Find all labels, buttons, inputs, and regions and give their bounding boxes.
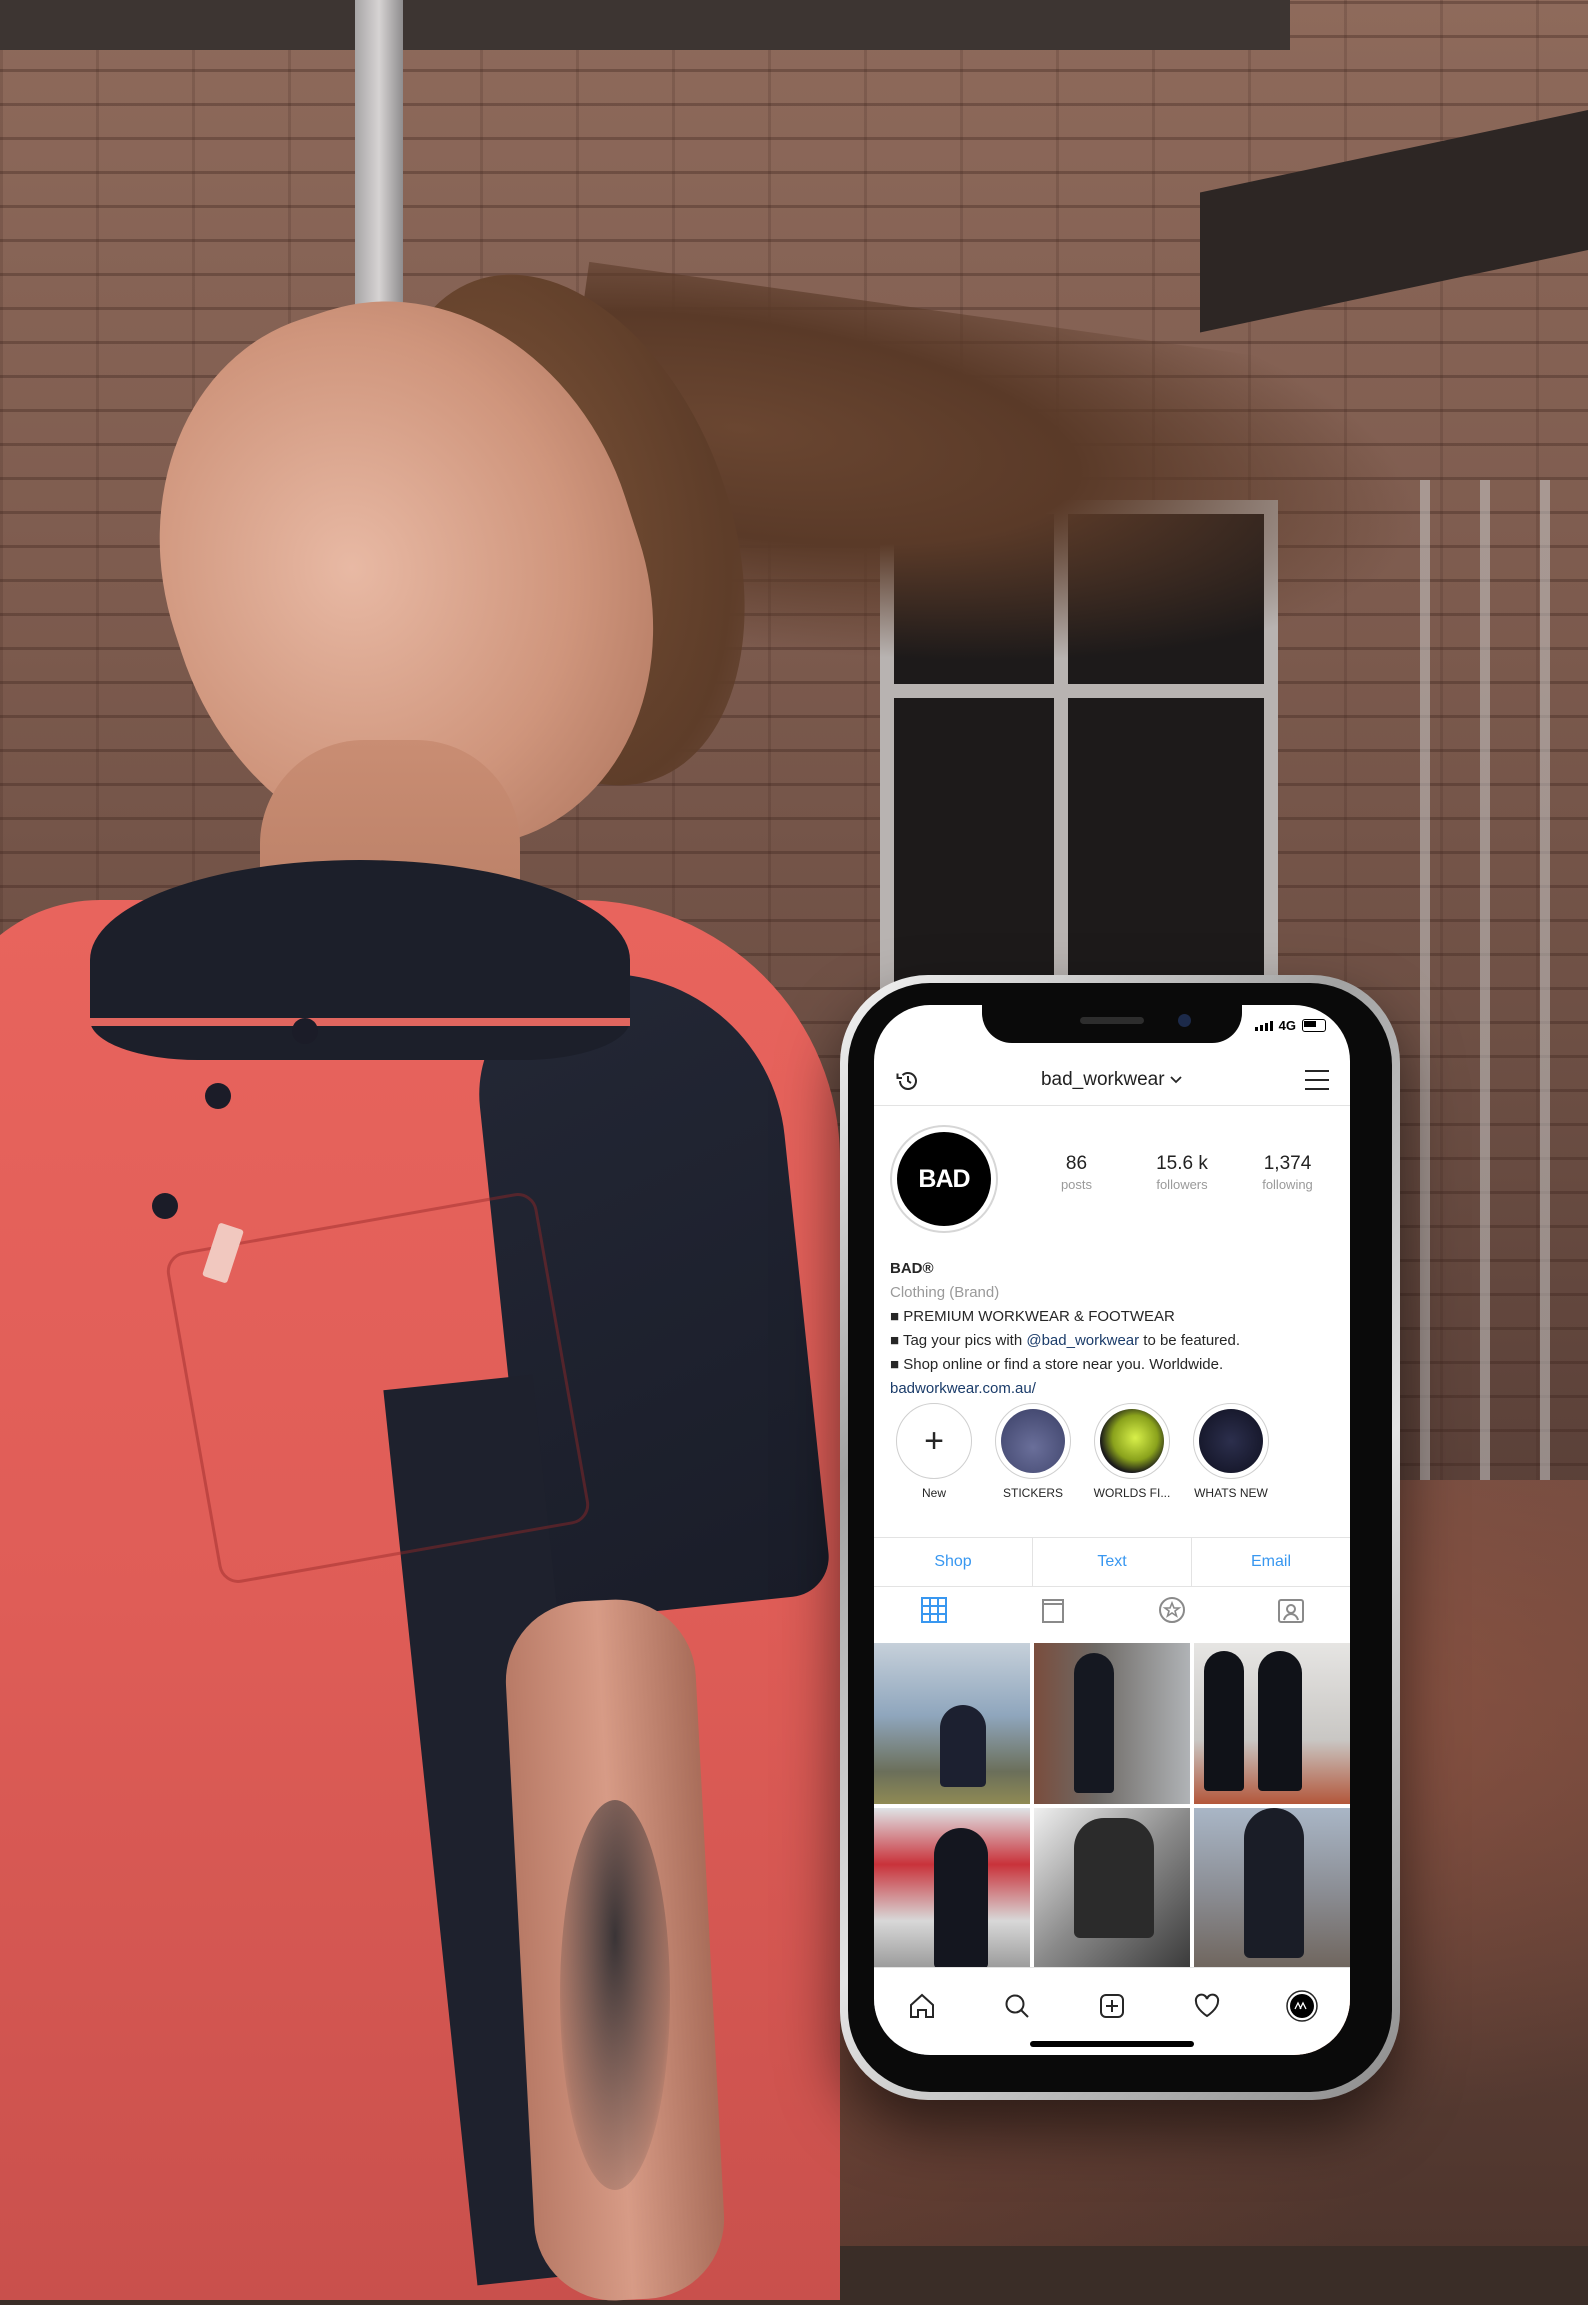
- shirt-button: [205, 1083, 231, 1109]
- profile-bio: BAD® Clothing (Brand) ■ PREMIUM WORKWEAR…: [890, 1257, 1340, 1401]
- battery-icon: [1302, 1019, 1326, 1032]
- stat-value: 15.6 k: [1156, 1153, 1208, 1174]
- activity-icon[interactable]: [1187, 1986, 1227, 2026]
- post-figure: [1204, 1651, 1244, 1791]
- profile-name: BAD®: [890, 1260, 934, 1277]
- contact-actions: Shop Text Email: [874, 1537, 1350, 1587]
- shirt-button: [152, 1193, 178, 1219]
- header-divider: [874, 1105, 1350, 1106]
- highlight-thumbnail: [1199, 1409, 1263, 1473]
- profile-stats: 86 posts 15.6 k followers 1,374 followin…: [1024, 1153, 1340, 1192]
- plus-icon: +: [924, 1421, 944, 1460]
- stat-followers[interactable]: 15.6 k followers: [1130, 1153, 1235, 1192]
- new-post-icon[interactable]: [1092, 1986, 1132, 2026]
- post-figure: [1074, 1818, 1154, 1938]
- email-button[interactable]: Email: [1192, 1538, 1350, 1586]
- mention-link[interactable]: @bad_workwear: [1026, 1332, 1139, 1349]
- stat-label: following: [1262, 1177, 1313, 1192]
- bio-line: ■ Tag your pics with @bad_workwear to be…: [890, 1329, 1340, 1353]
- highlight-ring: [1193, 1403, 1269, 1479]
- post-figure: [1074, 1653, 1114, 1793]
- post-thumbnail[interactable]: [1194, 1808, 1350, 1969]
- search-icon[interactable]: [997, 1986, 1037, 2026]
- bio-line: ■ Shop online or find a store near you. …: [890, 1356, 1224, 1373]
- home-indicator: [1030, 2041, 1194, 2047]
- highlight-ring: [995, 1403, 1071, 1479]
- profile-avatar[interactable]: BAD: [890, 1125, 998, 1233]
- network-label: 4G: [1278, 1018, 1296, 1033]
- profile-icon[interactable]: [1282, 1986, 1322, 2026]
- phone-notch: [982, 1005, 1242, 1043]
- highlight-worlds[interactable]: WORLDS FI...: [1084, 1403, 1180, 1500]
- stat-value: 86: [1065, 1153, 1088, 1174]
- post-thumbnail[interactable]: [1034, 1808, 1190, 1969]
- instagram-profile-screen: 4G bad_workwear BAD 86 posts 15.6 k foll…: [874, 1005, 1350, 2055]
- stat-label: posts: [1060, 1177, 1093, 1192]
- post-figure: [940, 1705, 986, 1787]
- stat-following[interactable]: 1,374 following: [1235, 1153, 1340, 1192]
- highlight-thumbnail: [1100, 1409, 1164, 1473]
- speaker-grill: [1080, 1017, 1144, 1024]
- bio-text: ■ Tag your pics with: [890, 1332, 1027, 1349]
- bio-line: ■ PREMIUM WORKWEAR & FOOTWEAR: [890, 1308, 1175, 1325]
- username-switcher[interactable]: bad_workwear: [1041, 1069, 1183, 1091]
- highlight-whats-new[interactable]: WHATS NEW: [1183, 1403, 1279, 1500]
- phone-mockup: 4G bad_workwear BAD 86 posts 15.6 k foll…: [840, 975, 1400, 2100]
- post-figure: [1258, 1651, 1302, 1791]
- highlight-thumbnail: [1001, 1409, 1065, 1473]
- signal-icon: [1254, 1020, 1273, 1031]
- avatar-logo-text: BAD: [918, 1164, 970, 1193]
- stat-label: followers: [1156, 1177, 1208, 1192]
- post-thumbnail[interactable]: [874, 1643, 1030, 1804]
- highlight-stickers[interactable]: STICKERS: [985, 1403, 1081, 1500]
- navy-collar: [90, 860, 630, 1060]
- profile-tabs: [874, 1585, 1350, 1635]
- shop-button[interactable]: Shop: [874, 1538, 1033, 1586]
- front-camera: [1178, 1014, 1191, 1027]
- profile-header: bad_workwear: [874, 1055, 1350, 1105]
- stat-value: 1,374: [1263, 1153, 1312, 1174]
- status-bar: 4G: [1254, 1018, 1326, 1033]
- igtv-icon[interactable]: [993, 1585, 1112, 1635]
- archive-icon[interactable]: [894, 1067, 922, 1100]
- highlight-label: WORLDS FI...: [1093, 1486, 1171, 1500]
- bio-text: to be featured.: [1139, 1332, 1241, 1349]
- brand-logo: BAD: [897, 1132, 991, 1226]
- highlight-ring: +: [896, 1403, 972, 1479]
- website-link[interactable]: badworkwear.com.au/: [890, 1377, 1340, 1401]
- highlight-label: STICKERS: [1002, 1486, 1063, 1500]
- highlight-new[interactable]: + New: [886, 1403, 982, 1500]
- highlight-ring: [1094, 1403, 1170, 1479]
- post-thumbnail[interactable]: [1194, 1643, 1350, 1804]
- tagged-icon[interactable]: [1231, 1585, 1350, 1635]
- saved-icon[interactable]: [1112, 1585, 1231, 1635]
- stat-posts[interactable]: 86 posts: [1024, 1153, 1129, 1192]
- shirt-button: [292, 1018, 318, 1044]
- highlight-label: WHATS NEW: [1194, 1486, 1268, 1500]
- username: bad_workwear: [1040, 1069, 1165, 1090]
- profile-category: Clothing (Brand): [890, 1284, 1000, 1301]
- grid-icon[interactable]: [874, 1585, 993, 1635]
- arm-tattoo: [560, 1800, 670, 2190]
- post-thumbnail[interactable]: [1034, 1643, 1190, 1804]
- post-figure: [1244, 1808, 1304, 1958]
- highlight-label: New: [921, 1486, 946, 1500]
- post-thumbnail[interactable]: [874, 1808, 1030, 1969]
- home-icon[interactable]: [902, 1986, 942, 2026]
- text-button[interactable]: Text: [1033, 1538, 1192, 1586]
- story-highlights: + New STICKERS WORLDS FI... WHATS NEW: [886, 1403, 1346, 1500]
- post-figure: [934, 1828, 988, 1969]
- menu-icon[interactable]: [1304, 1069, 1330, 1096]
- chevron-down-icon: [1169, 1072, 1183, 1089]
